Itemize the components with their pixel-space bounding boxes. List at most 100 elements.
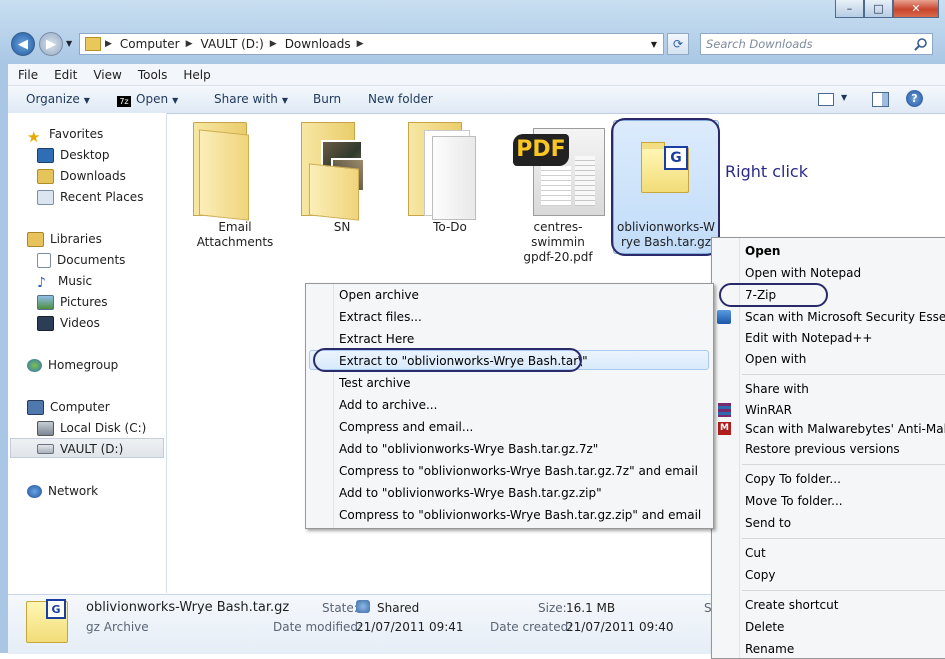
submenu-item-extract-here[interactable]: Extract Here: [339, 332, 414, 346]
menu-item-cut[interactable]: Cut: [745, 546, 766, 560]
recent-pages-dropdown-icon[interactable]: ▼: [66, 39, 72, 48]
menu-item-restore-versions[interactable]: Restore previous versions: [745, 442, 900, 456]
details-gz-badge-icon: G: [46, 599, 66, 619]
submenu-item-add-to-zip[interactable]: Add to "oblivionworks-Wrye Bash.tar.gz.z…: [339, 486, 602, 500]
address-bar[interactable]: ▶ Computer ▶ VAULT (D:) ▶ Downloads ▶ ▼: [79, 33, 664, 55]
nav-downloads[interactable]: Downloads: [37, 167, 126, 185]
menu-help[interactable]: Help: [183, 68, 210, 82]
view-dropdown-icon[interactable]: ▼: [841, 93, 847, 102]
submenu-item-open-archive[interactable]: Open archive: [339, 288, 419, 302]
file-label[interactable]: SN: [300, 220, 384, 235]
desktop-icon: [37, 147, 54, 163]
menu-item-share-with[interactable]: Share with: [745, 382, 809, 396]
organize-button[interactable]: Organize ▼: [26, 92, 90, 106]
nav-documents[interactable]: Documents: [37, 251, 125, 269]
file-label-selected[interactable]: oblivionworks-W rye Bash.tar.gz: [613, 220, 719, 250]
pdf-file-icon[interactable]: PDF: [513, 126, 605, 216]
nav-computer[interactable]: Computer: [27, 398, 110, 416]
menu-item-create-shortcut[interactable]: Create shortcut: [745, 598, 838, 612]
close-button[interactable]: ✕: [893, 0, 939, 18]
new-folder-button[interactable]: New folder: [368, 92, 433, 106]
submenu-item-extract-files[interactable]: Extract files...: [339, 310, 422, 324]
menu-file[interactable]: File: [18, 68, 38, 82]
maximize-button[interactable]: □: [864, 0, 893, 18]
details-size-value: 16.1 MB: [566, 601, 616, 615]
menu-item-open[interactable]: Open: [745, 244, 780, 258]
submenu-item-add-to-7z[interactable]: Add to "oblivionworks-Wrye Bash.tar.gz.7…: [339, 442, 598, 456]
back-button[interactable]: ◀: [11, 32, 35, 56]
file-label[interactable]: centres-swimmin gpdf-20.pdf: [508, 220, 608, 265]
address-dropdown-icon[interactable]: ▼: [651, 40, 657, 49]
details-created-value: 21/07/2011 09:40: [566, 620, 674, 634]
menu-tools[interactable]: Tools: [138, 68, 168, 82]
menu-item-edit-notepadpp[interactable]: Edit with Notepad++: [745, 331, 872, 345]
menu-item-copy-to[interactable]: Copy To folder...: [745, 472, 841, 486]
nav-videos[interactable]: Videos: [37, 314, 100, 332]
menu-item-scan-mse[interactable]: Scan with Microsoft Security Essentials.…: [745, 310, 945, 324]
breadcrumb-separator-icon[interactable]: ▶: [357, 39, 364, 49]
submenu-item-compress-email[interactable]: Compress and email...: [339, 420, 473, 434]
nav-local-disk[interactable]: Local Disk (C:): [37, 419, 146, 437]
nav-favorites[interactable]: ★ Favorites: [27, 125, 103, 146]
annotation-ring-extract-to: [313, 348, 582, 372]
folder-email-attachments-icon[interactable]: [193, 122, 253, 221]
malwarebytes-icon: M: [718, 422, 731, 435]
help-icon[interactable]: ?: [906, 90, 923, 107]
breadcrumb-separator-icon[interactable]: ▶: [270, 39, 277, 49]
menu-item-scan-mbam[interactable]: Scan with Malwarebytes' Anti-Malware: [745, 422, 945, 436]
menu-separator: [742, 590, 945, 591]
breadcrumb-vault[interactable]: VAULT (D:): [201, 37, 264, 51]
nav-pictures[interactable]: Pictures: [37, 293, 108, 311]
preview-pane-icon[interactable]: [872, 92, 889, 107]
nav-vault[interactable]: VAULT (D:): [37, 440, 123, 458]
file-label[interactable]: To-Do: [404, 220, 496, 235]
nav-network[interactable]: Network: [27, 482, 98, 500]
search-input[interactable]: Search Downloads: [700, 33, 933, 55]
submenu-item-compress-7z-email[interactable]: Compress to "oblivionworks-Wrye Bash.tar…: [339, 464, 698, 478]
nav-libraries[interactable]: Libraries: [27, 230, 102, 248]
menu-item-send-to[interactable]: Send to: [745, 516, 791, 530]
nav-homegroup[interactable]: Homegroup: [27, 356, 118, 374]
gz-badge-icon: G: [664, 146, 688, 170]
submenu-item-compress-zip-email[interactable]: Compress to "oblivionworks-Wrye Bash.tar…: [339, 508, 701, 522]
nav-music[interactable]: ♪ Music: [37, 272, 92, 291]
folder-to-do-icon[interactable]: [408, 122, 478, 220]
security-essentials-icon: [717, 310, 731, 324]
computer-icon: [27, 399, 44, 415]
search-icon[interactable]: [914, 37, 928, 51]
folder-icon: [85, 37, 101, 51]
share-with-button[interactable]: Share with ▼: [214, 92, 288, 106]
nav-desktop[interactable]: Desktop: [37, 146, 110, 164]
minimize-button[interactable]: –: [835, 0, 864, 18]
music-icon: ♪: [37, 274, 46, 291]
menu-item-open-with[interactable]: Open with: [745, 352, 806, 366]
breadcrumb-separator-icon[interactable]: ▶: [186, 39, 193, 49]
shared-users-icon: [356, 600, 370, 613]
menu-item-rename[interactable]: Rename: [745, 642, 794, 656]
menu-item-delete[interactable]: Delete: [745, 620, 784, 634]
menu-view[interactable]: View: [93, 68, 121, 82]
burn-button[interactable]: Burn: [313, 92, 341, 106]
menu-edit[interactable]: Edit: [54, 68, 77, 82]
search-placeholder: Search Downloads: [706, 37, 813, 51]
nav-recent-places[interactable]: Recent Places: [37, 188, 143, 206]
open-button[interactable]: 7z Open ▼: [117, 92, 178, 107]
menu-item-move-to[interactable]: Move To folder...: [745, 494, 843, 508]
change-view-icon[interactable]: [818, 93, 834, 106]
menu-item-open-with-notepad[interactable]: Open with Notepad: [745, 266, 861, 280]
menu-item-copy[interactable]: Copy: [745, 568, 775, 582]
submenu-item-test-archive[interactable]: Test archive: [339, 376, 411, 390]
menu-item-winrar[interactable]: WinRAR: [745, 403, 792, 417]
downloads-folder-icon: [37, 168, 54, 184]
network-icon: [27, 484, 42, 498]
window-frame: [0, 64, 8, 653]
folder-sn-icon[interactable]: [301, 122, 365, 221]
forward-button[interactable]: ▶: [39, 32, 63, 56]
breadcrumb-computer[interactable]: Computer: [120, 37, 180, 51]
menu-separator: [742, 374, 945, 375]
file-label[interactable]: Email Attachments: [188, 220, 282, 250]
refresh-icon[interactable]: ⟳: [667, 33, 689, 55]
submenu-item-add-to-archive[interactable]: Add to archive...: [339, 398, 437, 412]
recent-places-icon: [37, 189, 54, 205]
breadcrumb-downloads[interactable]: Downloads: [285, 37, 351, 51]
